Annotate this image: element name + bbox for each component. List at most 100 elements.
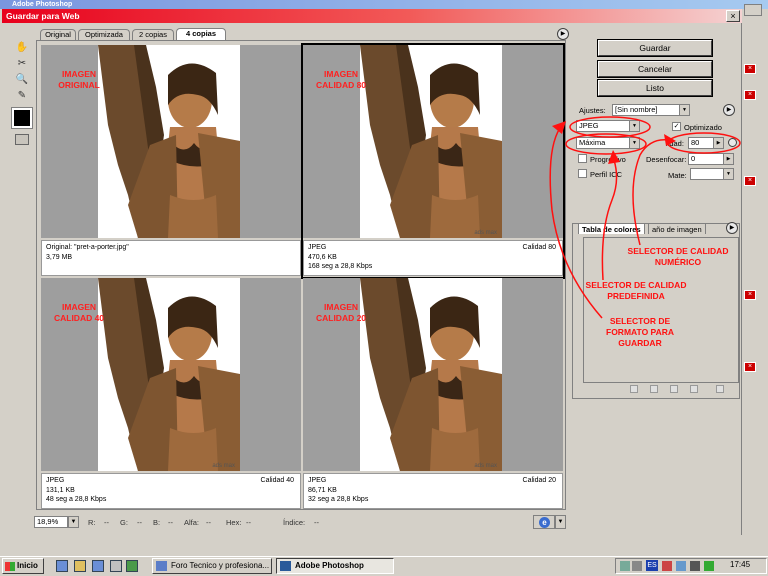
status-b-value: -- [168,518,173,527]
blur-field[interactable]: 0 ▶ [688,153,734,165]
tray-icon[interactable] [704,561,714,571]
pane-info-line: 3,79 MB [46,253,73,261]
palette-close-icon[interactable]: × [744,64,756,74]
language-indicator[interactable]: ES [646,560,658,571]
save-button[interactable]: Guardar [597,39,713,57]
preview-pane-quality-40[interactable]: IMAGEN CALIDAD 40 ads max JPEG 131,1 KB … [41,278,301,510]
pane-info-box: JPEG 131,1 KB 48 seg a 28,8 Kbps Calidad… [41,473,301,509]
zoom-tool-icon[interactable]: 🔍 [14,72,30,88]
new-color-icon[interactable] [690,385,698,393]
quality-label: lidad: [666,139,684,148]
quality-value-field[interactable]: 80 ▶ [688,137,724,149]
browser-dropdown-icon[interactable]: ▼ [555,515,566,529]
status-r-label: R: [88,518,96,527]
lock-color-icon[interactable] [670,385,678,393]
tab-original[interactable]: Original [40,29,76,40]
palette-close-icon[interactable]: × [744,362,756,372]
eyedropper-color-swatch[interactable] [11,107,33,129]
chevron-down-icon: ▼ [723,169,733,179]
tray-icon[interactable] [620,561,630,571]
close-icon[interactable]: × [726,10,740,22]
matte-select[interactable]: ▼ [690,168,734,180]
quicklaunch-media-icon[interactable] [126,560,138,572]
preview-in-browser-button[interactable]: e [533,515,555,529]
file-format-value: JPEG [579,121,599,130]
quality-preset-select[interactable]: Máxima ▼ [576,137,640,149]
hand-tool-icon[interactable]: ✋ [14,40,30,56]
tab-4-up[interactable]: 4 copias [176,28,226,40]
preview-pane-original[interactable]: IMAGEN ORIGINAL Original: "pret-a-porter… [41,45,301,277]
model-photo [360,278,502,471]
status-index-label: Índice: [283,518,306,527]
preset-select[interactable]: [Sin nombre] ▼ [612,104,690,116]
icc-profile-checkbox[interactable] [578,169,587,178]
pane-quality: Calidad 20 [522,477,556,484]
start-button[interactable]: Inicio [2,558,44,574]
pane-info-line: JPEG [46,477,65,484]
file-format-select[interactable]: JPEG ▼ [576,120,640,132]
web-shift-icon[interactable] [650,385,658,393]
taskbar-item-forum[interactable]: Foro Tecnico y profesiona... [152,558,272,574]
annotation-format: SELECTOR DE FORMATO PARA GUARDAR [606,316,674,348]
done-button[interactable]: Listo [597,79,713,97]
color-table-menu-icon[interactable]: ▶ [726,222,738,234]
pane-info-line: 168 seg a 28,8 Kbps [308,263,373,270]
quicklaunch-explorer-icon[interactable] [56,560,68,572]
trash-icon[interactable] [716,385,724,393]
pane-annotation-label: IMAGEN CALIDAD 80 [315,69,367,90]
palette-close-icon[interactable]: × [744,290,756,300]
tab-image-size[interactable]: año de imagen [648,223,706,234]
preview-pane-quality-80[interactable]: IMAGEN CALIDAD 80 ads max JPEG 470,6 KB … [301,43,565,279]
pane-info-box: JPEG 470,6 KB 168 seg a 28,8 Kbps Calida… [303,240,563,276]
status-alpha-label: Alfa: [184,518,200,527]
palette-close-icon[interactable]: × [744,176,756,186]
progressive-checkbox[interactable] [578,154,587,163]
chevron-down-icon: ▼ [679,105,689,115]
chevron-right-icon: ▶ [723,154,733,164]
map-color-icon[interactable] [630,385,638,393]
quicklaunch-desktop-icon[interactable] [110,560,122,572]
zoom-dropdown-icon[interactable]: ▼ [68,516,79,528]
tab-optimized[interactable]: Optimizada [78,29,130,40]
tab-color-table[interactable]: Tabla de colores [578,223,645,234]
pane-quality: Calidad 40 [260,477,294,484]
eyedropper-tool-icon[interactable]: ✎ [14,88,30,104]
quicklaunch-folder-icon[interactable] [74,560,86,572]
optimize-menu-icon[interactable]: ▶ [723,104,735,116]
watermark: ads max [212,463,235,469]
quality-mask-icon[interactable] [728,138,737,147]
taskbar-item-photoshop[interactable]: Adobe Photoshop [276,558,394,574]
photoshop-title-bar: Adobe Photoshop [0,0,768,9]
status-g-label: G: [120,518,128,527]
photoshop-icon [280,561,291,571]
windows-logo-icon [5,562,15,571]
optimized-checkbox[interactable]: ✓ [672,122,681,131]
watermark: ads max [474,230,497,236]
tab-2-up[interactable]: 2 copias [132,29,174,40]
taskbar-item-label: Adobe Photoshop [295,561,364,570]
icc-profile-label: Perfil ICC [590,170,623,179]
tray-icon[interactable] [662,561,672,571]
tray-icon[interactable] [676,561,686,571]
pane-info-line: Original: "pret-a-porter.jpg" [46,244,129,251]
pane-info-line: 48 seg a 28,8 Kbps [46,496,107,503]
toggle-slices-icon[interactable] [15,134,29,145]
preview-image: IMAGEN ORIGINAL [41,45,301,238]
view-menu-icon[interactable]: ▶ [557,28,569,40]
palette-close-icon[interactable]: × [744,90,756,100]
volume-icon[interactable] [690,561,700,571]
zoom-level-field[interactable]: 18,9% [34,516,68,528]
tray-icon[interactable] [632,561,642,571]
quicklaunch-ie-icon[interactable] [92,560,104,572]
status-alpha-value: -- [206,518,211,527]
cancel-button[interactable]: Cancelar [597,60,713,78]
preview-image: IMAGEN CALIDAD 20 ads max [303,278,563,471]
pane-annotation-label: IMAGEN CALIDAD 20 [315,302,367,323]
progressive-label: Progresivo [590,155,626,164]
preview-pane-quality-20[interactable]: IMAGEN CALIDAD 20 ads max JPEG 86,71 KB … [303,278,563,510]
slice-select-tool-icon[interactable]: ✂ [14,56,30,72]
photoshop-title: Adobe Photoshop [12,1,73,8]
chevron-down-icon: ▼ [629,121,639,131]
taskbar-item-label: Foro Tecnico y profesiona... [171,561,270,570]
palette-minimize-icon[interactable] [744,4,762,16]
